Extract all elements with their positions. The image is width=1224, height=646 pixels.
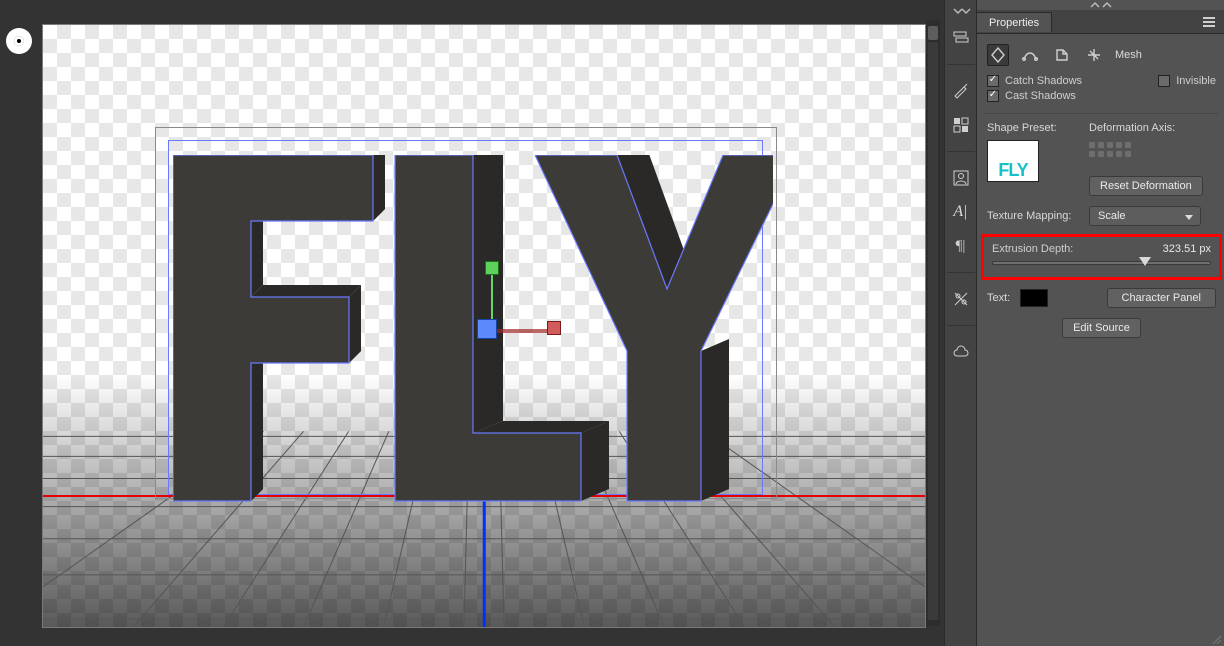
reset-deformation-button[interactable]: Reset Deformation [1089,176,1203,196]
layers-icon[interactable] [949,26,973,50]
tab-properties[interactable]: Properties [977,12,1052,32]
paragraph-icon[interactable]: ¶| [956,234,966,258]
texture-mapping-value: Scale [1098,210,1126,222]
checkbox-cast-shadows[interactable] [987,90,999,102]
texture-mapping-select[interactable]: Scale [1089,206,1201,226]
adjustments-icon[interactable] [949,287,973,311]
panel-resize-grip-icon[interactable] [1211,634,1221,644]
deformation-axis-picker[interactable] [1089,142,1137,168]
edit-source-button[interactable]: Edit Source [1062,318,1141,338]
label-shape-preset: Shape Preset: [987,122,1075,134]
viewport-area [0,0,944,646]
checkbox-invisible[interactable] [1158,75,1170,87]
canvas-vertical-scrollbar[interactable] [926,20,940,626]
shape-preset-thumbnail[interactable]: FLY [987,140,1039,182]
collapse-panel-icon[interactable] [977,0,1224,10]
extrusion-depth-slider[interactable] [992,261,1211,265]
type-a-icon[interactable]: A| [953,200,967,224]
extrusion-depth-highlight: Extrusion Depth: 323.51 px [981,234,1222,280]
label-catch-shadows: Catch Shadows [1005,75,1082,87]
properties-panel: Properties Mesh [976,0,1224,646]
character-icon[interactable] [949,166,973,190]
label-cast-shadows: Cast Shadows [1005,90,1076,102]
expand-panels-icon[interactable] [945,6,976,16]
checkbox-catch-shadows[interactable] [987,75,999,87]
mode-deform-icon[interactable] [1019,44,1041,66]
mode-cap-icon[interactable] [1051,44,1073,66]
extrusion-depth-value[interactable]: 323.51 px [1163,243,1211,255]
world-axis-widget[interactable] [6,28,32,54]
text-color-swatch[interactable] [1020,289,1048,307]
brush-icon[interactable] [949,79,973,103]
extrusion-depth-slider-handle[interactable] [1139,257,1151,266]
3d-canvas[interactable] [42,24,926,628]
mode-coordinates-icon[interactable] [1083,44,1105,66]
character-panel-button[interactable]: Character Panel [1107,288,1217,308]
label-texture-mapping: Texture Mapping: [987,210,1075,222]
label-extrusion-depth: Extrusion Depth: [992,243,1073,255]
3d-text-object[interactable] [173,155,773,525]
property-mode-row: Mesh [987,42,1216,72]
mode-mesh-icon[interactable] [987,44,1009,66]
cloud-icon[interactable] [949,340,973,364]
swatches-icon[interactable] [949,113,973,137]
label-text: Text: [987,292,1010,304]
mode-label: Mesh [1115,49,1142,61]
collapsed-panel-strip: A| ¶| [944,0,976,646]
panel-menu-icon[interactable] [1198,13,1220,31]
label-invisible: Invisible [1176,75,1216,87]
label-deformation-axis: Deformation Axis: [1089,122,1175,134]
